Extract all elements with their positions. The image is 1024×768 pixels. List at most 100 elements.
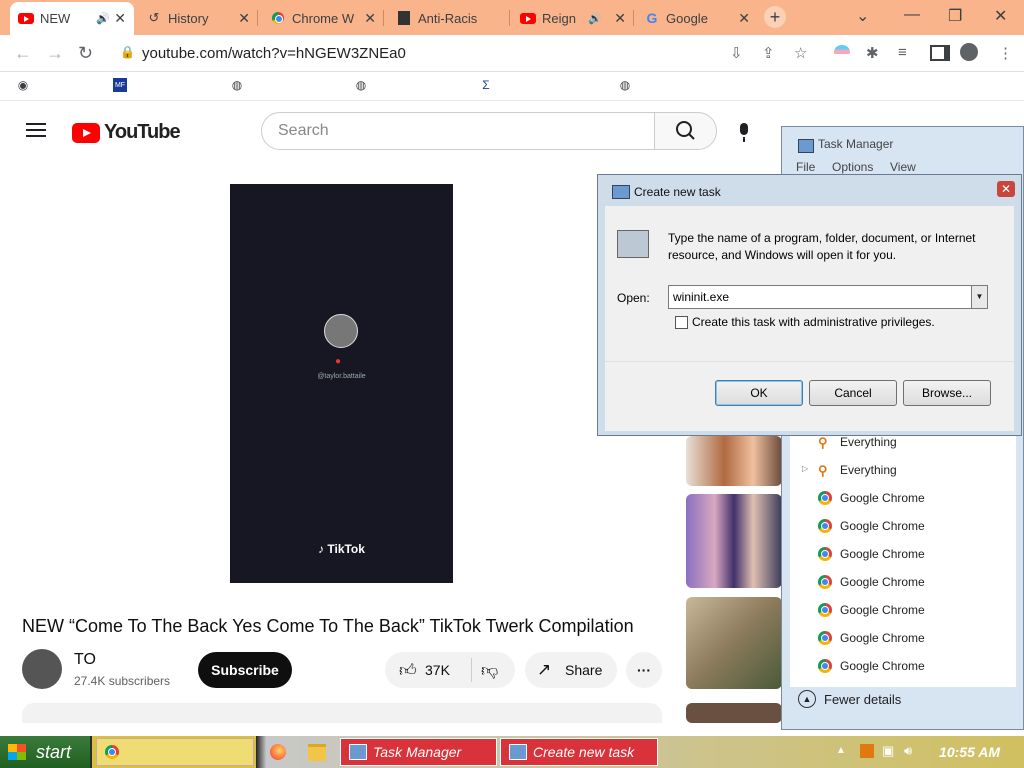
recommended-thumbnail[interactable] [686, 494, 782, 588]
subscribe-button[interactable]: Subscribe [198, 652, 292, 688]
back-icon[interactable]: ← [14, 43, 32, 64]
channel-name[interactable]: TO [74, 651, 96, 669]
bookmark-item[interactable]: Σ [479, 78, 501, 92]
like-icon[interactable]: 👍︎ [399, 660, 417, 681]
admin-privileges-checkbox[interactable] [675, 316, 688, 329]
speaker-icon[interactable]: 🔊 [588, 12, 602, 25]
search-input[interactable]: Search [261, 112, 655, 150]
tab-chrome-web-store[interactable]: Chrome W ✕ [262, 4, 384, 32]
lock-icon[interactable]: 🔒 [120, 45, 135, 59]
description-box[interactable] [22, 703, 662, 723]
process-row[interactable]: Google Chrome [818, 491, 925, 505]
run-icon [612, 185, 630, 199]
process-row[interactable]: ⚲ Everything [818, 463, 897, 478]
profile-extension-icon[interactable] [834, 45, 850, 59]
recommended-thumbnail[interactable] [686, 597, 782, 689]
menu-options[interactable]: Options [832, 160, 873, 174]
bookmark-star-icon[interactable]: ☆ [794, 44, 807, 62]
profile-avatar-icon[interactable] [960, 43, 978, 61]
url-text[interactable]: youtube.com/watch?v=hNGEW3ZNEa0 [142, 45, 406, 62]
media-control-icon[interactable]: ≡ [898, 44, 907, 61]
open-input[interactable] [668, 285, 972, 309]
tab-google[interactable]: G Google ✕ [636, 4, 758, 32]
recommended-thumbnail[interactable] [686, 436, 782, 486]
close-window-icon[interactable]: ✕ [994, 6, 1007, 26]
close-icon[interactable]: ✕ [238, 10, 250, 27]
tab-youtube-new[interactable]: NEW 🔊 ✕ [10, 2, 134, 35]
restore-icon[interactable]: ❐ [948, 6, 962, 26]
share-page-icon[interactable]: ⇪ [762, 44, 775, 62]
process-row[interactable]: Google Chrome [818, 575, 925, 589]
close-icon[interactable]: ✕ [738, 10, 750, 27]
share-button[interactable]: ↗ Share [525, 652, 617, 688]
close-icon[interactable]: ✕ [364, 10, 376, 27]
bookmark-item[interactable]: ◍ [618, 78, 640, 92]
bookmark-item[interactable]: ◍ [230, 78, 252, 92]
recommended-thumbnail[interactable] [686, 703, 782, 723]
more-actions-icon[interactable]: ··· [626, 652, 662, 688]
start-button[interactable]: start [0, 736, 90, 768]
process-row[interactable]: Google Chrome [818, 659, 925, 673]
video-title: NEW “Come To The Back Yes Come To The Ba… [22, 616, 634, 636]
address-bar[interactable]: 🔒 youtube.com/watch?v=hNGEW3ZNEa0 [108, 39, 828, 67]
like-count[interactable]: 37K [425, 662, 450, 678]
tab-reign[interactable]: Reign 🔊 ✕ [512, 4, 634, 32]
install-app-icon[interactable]: ⇩ [730, 44, 743, 62]
dislike-icon[interactable]: 👎︎ [481, 660, 498, 681]
reddit-icon: ◉ [17, 78, 29, 92]
admin-privileges-label[interactable]: Create this task with administrative pri… [692, 315, 935, 329]
tab-anti-racism[interactable]: Anti-Racis [388, 4, 510, 32]
close-icon[interactable]: ✕ [114, 10, 126, 27]
bookmark-item[interactable]: ◍ [354, 78, 376, 92]
expand-chevron-icon[interactable]: ▷ [802, 464, 808, 473]
task-manager-icon [798, 139, 814, 153]
youtube-header: YouTube Search [0, 101, 780, 161]
bookmark-item[interactable]: ◉ [16, 78, 38, 92]
clock[interactable]: 10:55 AM [939, 744, 1000, 760]
process-row[interactable]: Google Chrome [818, 547, 925, 561]
reload-icon[interactable]: ↻ [78, 43, 93, 64]
side-panel-icon[interactable] [930, 45, 950, 61]
close-icon[interactable]: ✕ [614, 10, 626, 27]
minimize-icon[interactable]: — [904, 6, 920, 24]
tab-history[interactable]: ↺ History ✕ [138, 4, 258, 32]
taskbar-task-manager[interactable]: Task Manager [340, 738, 497, 766]
chevron-up-icon: ▲ [798, 690, 816, 708]
process-row[interactable]: Google Chrome [818, 631, 925, 645]
ok-button[interactable]: OK [715, 380, 803, 406]
extensions-icon[interactable]: ✱ [866, 44, 879, 62]
new-tab-button[interactable]: + [764, 6, 786, 28]
microphone-icon[interactable] [740, 123, 748, 142]
video-player[interactable]: ● @taylor.battaile ♪ TikTok [230, 184, 453, 583]
menu-view[interactable]: View [890, 160, 916, 174]
volume-icon[interactable]: 🔊︎ [904, 743, 912, 759]
taskbar-firefox[interactable] [262, 738, 294, 766]
taskbar-create-new-task[interactable]: Create new task [500, 738, 658, 766]
menu-kebab-icon[interactable]: ⋮ [998, 44, 1013, 62]
menu-icon[interactable] [26, 123, 46, 137]
process-row[interactable]: ⚲ Everything [818, 435, 897, 450]
network-icon[interactable]: ▣ [882, 743, 894, 759]
tab-search-icon[interactable]: ⌄ [856, 6, 869, 26]
taskbar-chrome[interactable] [96, 738, 254, 766]
youtube-logo[interactable]: YouTube [72, 121, 181, 144]
close-icon[interactable]: ✕ [997, 181, 1015, 197]
process-row[interactable]: Google Chrome [818, 603, 925, 617]
video-handle: @taylor.battaile [317, 373, 366, 380]
taskbar-file-explorer[interactable] [300, 738, 334, 766]
speaker-icon[interactable]: 🔊 [96, 12, 110, 25]
browse-button[interactable]: Browse... [903, 380, 991, 406]
bookmark-item[interactable]: MF [113, 78, 135, 92]
tray-app-icon[interactable] [860, 744, 874, 758]
tab-label: Chrome W [292, 10, 355, 26]
tray-expand-icon[interactable]: ▲ [836, 745, 846, 756]
menu-file[interactable]: File [796, 160, 815, 174]
chrome-icon [818, 519, 832, 533]
forward-icon[interactable]: → [46, 43, 64, 64]
process-row[interactable]: Google Chrome [818, 519, 925, 533]
channel-avatar[interactable] [22, 649, 62, 689]
cancel-button[interactable]: Cancel [809, 380, 897, 406]
fewer-details-button[interactable]: ▲ Fewer details [798, 690, 901, 708]
open-dropdown-arrow-icon[interactable]: ▼ [971, 285, 988, 309]
search-button[interactable] [654, 112, 717, 150]
